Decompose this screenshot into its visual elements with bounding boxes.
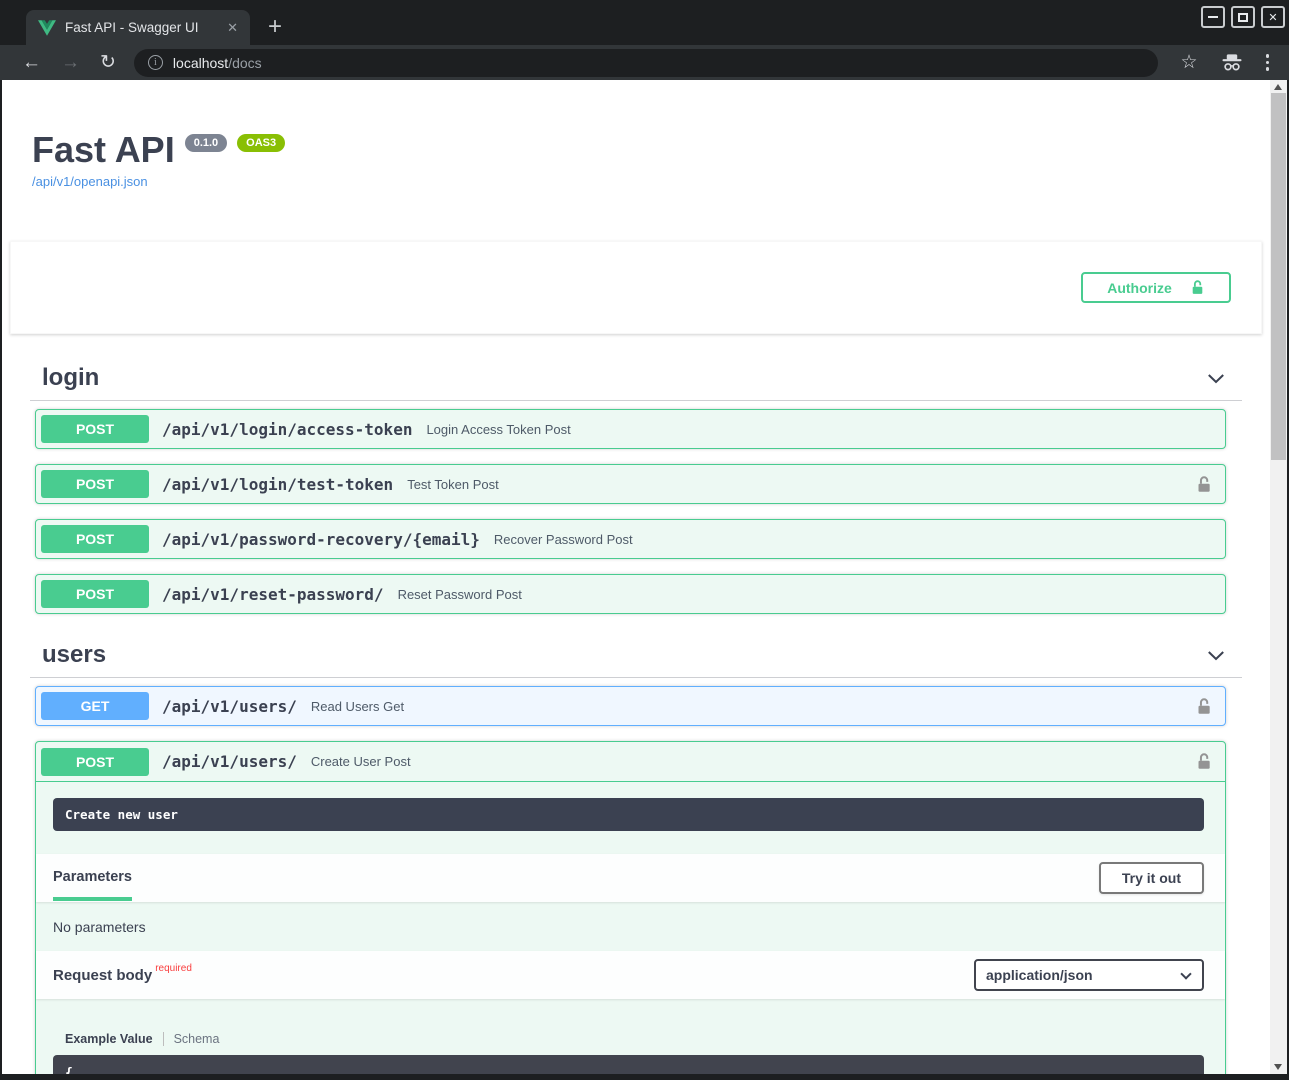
- url-host: localhost: [173, 55, 228, 71]
- scrollbar-thumb[interactable]: [1271, 93, 1286, 460]
- browser-window: Fast API - Swagger UI ✕ + ✕ ← → ↻ i loca…: [0, 0, 1289, 1080]
- content-type-value: application/json: [986, 967, 1093, 983]
- operation-path: /api/v1/reset-password/: [162, 585, 384, 604]
- url-bar[interactable]: i localhost/docs: [134, 49, 1159, 77]
- api-info: Fast API 0.1.0 OAS3 /api/v1/openapi.json: [2, 80, 1270, 191]
- tag-header-users[interactable]: users: [30, 641, 1242, 678]
- tab-divider: [163, 1032, 164, 1046]
- scroll-down-icon[interactable]: [1274, 1064, 1282, 1070]
- opblock-login-test-token[interactable]: POST /api/v1/login/test-token Test Token…: [35, 464, 1226, 504]
- tab-schema[interactable]: Schema: [174, 1032, 220, 1046]
- opblock-body: Create new user Parameters Try it out No…: [36, 782, 1225, 1074]
- tag-header-login[interactable]: login: [30, 364, 1242, 401]
- auth-lock-icon[interactable]: [1195, 697, 1213, 716]
- chevron-down-icon[interactable]: [1206, 645, 1226, 665]
- try-it-out-button[interactable]: Try it out: [1099, 862, 1204, 894]
- reload-icon[interactable]: ↻: [90, 53, 126, 72]
- tag-title: login: [42, 364, 99, 392]
- operation-summary: Login Access Token Post: [426, 422, 570, 437]
- operation-summary: Test Token Post: [407, 477, 499, 492]
- auth-lock-icon[interactable]: [1195, 752, 1213, 771]
- operation-path: /api/v1/login/access-token: [162, 420, 412, 439]
- chevron-down-icon[interactable]: [1206, 368, 1226, 388]
- back-icon[interactable]: ←: [12, 53, 51, 72]
- opblock-read-users[interactable]: GET /api/v1/users/ Read Users Get: [35, 686, 1226, 726]
- operations-list: login POST /api/v1/login/access-token Lo…: [2, 334, 1270, 1074]
- operation-summary: Reset Password Post: [398, 587, 522, 602]
- tab-title: Fast API - Swagger UI: [65, 20, 223, 35]
- operation-path: /api/v1/password-recovery/{email}: [162, 530, 480, 549]
- authorize-button[interactable]: Authorize: [1081, 272, 1231, 303]
- tab-example-value[interactable]: Example Value: [65, 1032, 153, 1046]
- site-info-icon[interactable]: i: [148, 55, 163, 70]
- bookmark-star-icon[interactable]: ☆: [1170, 51, 1207, 74]
- unlock-icon: [1190, 279, 1205, 296]
- request-body-header: Request body required application/json: [36, 951, 1225, 999]
- maximize-icon: [1238, 13, 1248, 22]
- scheme-container: Authorize: [10, 241, 1262, 334]
- tab-strip: Fast API - Swagger UI ✕ + ✕: [0, 0, 1289, 45]
- minimize-button[interactable]: [1201, 6, 1225, 28]
- tab-parameters[interactable]: Parameters: [53, 855, 132, 901]
- minimize-icon: [1208, 16, 1218, 18]
- chevron-down-icon: [1180, 968, 1191, 979]
- method-badge: GET: [41, 692, 149, 720]
- opblock-password-recovery[interactable]: POST /api/v1/password-recovery/{email} R…: [35, 519, 1226, 559]
- new-tab-button[interactable]: +: [262, 14, 288, 40]
- browser-tab[interactable]: Fast API - Swagger UI ✕: [26, 10, 250, 45]
- scroll-up-icon[interactable]: [1274, 84, 1282, 90]
- tab-close-icon[interactable]: ✕: [223, 18, 242, 38]
- operation-description: Create new user: [53, 798, 1204, 831]
- operation-path: /api/v1/users/: [162, 752, 297, 771]
- method-badge: POST: [41, 415, 149, 443]
- parameters-header: Parameters Try it out: [36, 854, 1225, 902]
- model-example: Example Value Schema {: [36, 999, 1225, 1074]
- version-badge: 0.1.0: [185, 134, 227, 152]
- opblock-login-access-token[interactable]: POST /api/v1/login/access-token Login Ac…: [35, 409, 1226, 449]
- authorize-label: Authorize: [1107, 280, 1172, 296]
- swagger-page: Fast API 0.1.0 OAS3 /api/v1/openapi.json…: [2, 80, 1270, 1074]
- browser-toolbar: ← → ↻ i localhost/docs ☆: [0, 45, 1289, 80]
- tag-title: users: [42, 641, 106, 669]
- operation-summary: Create User Post: [311, 754, 411, 769]
- request-body-label: Request body: [53, 967, 152, 984]
- opblock-create-user-summary[interactable]: POST /api/v1/users/ Create User Post: [36, 742, 1225, 782]
- oas3-badge: OAS3: [237, 134, 285, 152]
- forward-icon[interactable]: →: [51, 53, 90, 72]
- operation-path: /api/v1/login/test-token: [162, 475, 393, 494]
- tag-section-users: users GET /api/v1/users/ Read Users Get: [30, 641, 1242, 1074]
- method-badge: POST: [41, 580, 149, 608]
- window-controls: ✕: [1195, 6, 1285, 28]
- required-flag: required: [155, 963, 192, 974]
- page-scrollbar[interactable]: [1270, 80, 1287, 1074]
- example-code-block: {: [53, 1055, 1204, 1074]
- incognito-icon: [1208, 53, 1256, 72]
- operation-path: /api/v1/users/: [162, 697, 297, 716]
- tag-section-login: login POST /api/v1/login/access-token Lo…: [30, 364, 1242, 631]
- vue-logo-favicon: [38, 20, 56, 36]
- content-type-select[interactable]: application/json: [974, 959, 1204, 991]
- close-button[interactable]: ✕: [1261, 6, 1285, 28]
- opblock-create-user-expanded: POST /api/v1/users/ Create User Post Cre…: [35, 741, 1226, 1074]
- opblock-reset-password[interactable]: POST /api/v1/reset-password/ Reset Passw…: [35, 574, 1226, 614]
- method-badge: POST: [41, 748, 149, 776]
- operation-summary: Read Users Get: [311, 699, 404, 714]
- openapi-spec-link[interactable]: /api/v1/openapi.json: [32, 174, 148, 189]
- maximize-button[interactable]: [1231, 6, 1255, 28]
- operation-summary: Recover Password Post: [494, 532, 633, 547]
- browser-menu-icon[interactable]: [1256, 54, 1278, 71]
- auth-lock-icon[interactable]: [1195, 475, 1213, 494]
- no-parameters-text: No parameters: [36, 902, 1225, 951]
- url-path: /docs: [228, 55, 261, 71]
- method-badge: POST: [41, 525, 149, 553]
- page-title: Fast API: [32, 130, 175, 170]
- method-badge: POST: [41, 470, 149, 498]
